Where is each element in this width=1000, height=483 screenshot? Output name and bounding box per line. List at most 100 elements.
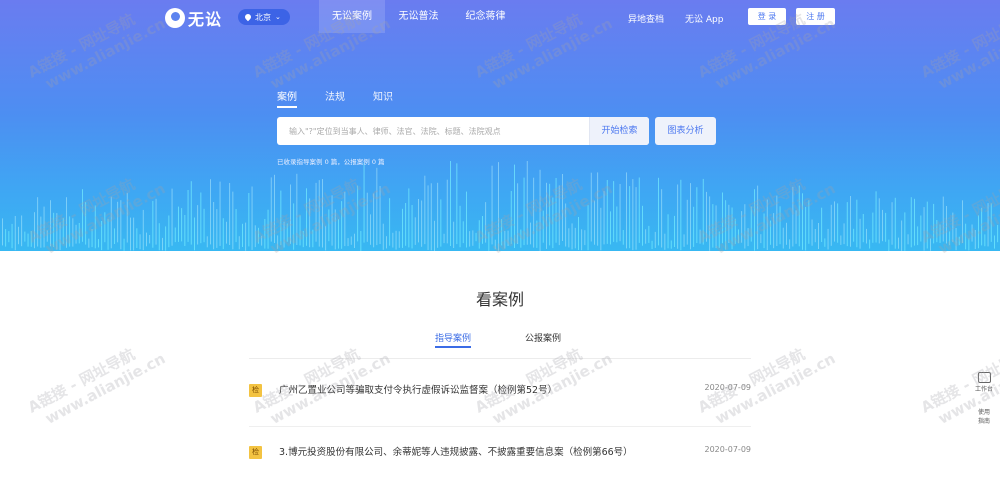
list-item[interactable]: 检 3.博元投资股份有限公司、余蒂妮等人违规披露、不披露重要信息案（检例第66号…	[249, 442, 751, 468]
decorative-bar	[264, 219, 266, 249]
decorative-bar	[936, 220, 938, 243]
decorative-bar	[862, 214, 864, 243]
decorative-bar	[741, 211, 743, 243]
list-item[interactable]: 检 广州乙置业公司等骗取支付令执行虚假诉讼监督案（检例第52号） 2020-07…	[249, 380, 751, 427]
decorative-bar	[680, 179, 682, 251]
decorative-bar	[312, 229, 314, 248]
nav-tab-memorial[interactable]: 纪念蒋律	[458, 0, 513, 33]
decorative-bar	[344, 191, 346, 247]
search-tab-regulations[interactable]: 法规	[325, 88, 345, 108]
decorative-bar	[379, 186, 381, 244]
decorative-bar	[923, 207, 925, 251]
decorative-bar	[670, 240, 672, 249]
decorative-bar	[187, 190, 189, 242]
decorative-bar	[136, 228, 138, 248]
decorative-bar	[472, 230, 474, 246]
decorative-bar	[872, 212, 874, 243]
decorative-bar	[75, 224, 77, 244]
decorative-bar	[808, 200, 810, 244]
decorative-bar	[744, 204, 746, 249]
decorative-bar	[184, 215, 186, 246]
decorative-bar	[350, 236, 352, 245]
search-input[interactable]	[277, 117, 589, 145]
nav-tab-law-education[interactable]: 无讼普法	[391, 0, 446, 33]
search-tab-cases[interactable]: 案例	[277, 88, 297, 108]
decorative-bar	[421, 200, 423, 247]
decorative-bar	[725, 200, 727, 250]
tab-gazette-cases[interactable]: 公报案例	[525, 331, 561, 348]
decorative-bar	[322, 179, 323, 248]
decorative-bar	[341, 201, 343, 249]
decorative-bar	[482, 216, 483, 244]
decorative-bar	[254, 225, 256, 248]
decorative-bar	[866, 228, 867, 244]
decorative-bar	[101, 221, 103, 251]
decorative-bar	[270, 177, 272, 242]
decorative-bar	[427, 185, 429, 250]
decorative-bar	[805, 206, 807, 251]
decorative-bar	[811, 219, 813, 246]
city-selector[interactable]: 北京 ⌄	[238, 9, 290, 25]
decorative-bar	[398, 231, 400, 248]
register-button[interactable]: 注 册	[796, 8, 835, 25]
location-pin-icon	[243, 12, 253, 22]
decorative-bar	[782, 227, 784, 249]
decorative-bar	[501, 219, 503, 246]
decorative-bar	[818, 223, 819, 249]
decorative-bar	[594, 200, 595, 245]
user-guide-float[interactable]: 工作台 使用 指南	[972, 372, 996, 426]
decorative-bar	[248, 193, 250, 247]
decorative-bar	[206, 236, 208, 248]
start-search-button[interactable]: 开始检索	[589, 117, 649, 145]
decorative-bar	[370, 214, 371, 245]
decorative-bar	[261, 235, 263, 246]
decorative-bar	[994, 235, 995, 249]
workbench-icon	[977, 372, 991, 383]
decorative-bar	[69, 216, 71, 247]
decorative-bar	[824, 238, 826, 247]
case-title[interactable]: 3.博元投资股份有限公司、余蒂妮等人违规披露、不披露重要信息案（检例第66号）	[279, 444, 633, 458]
decorative-bar	[610, 211, 611, 245]
case-title[interactable]: 广州乙置业公司等骗取支付令执行虚假诉讼监督案（检例第52号）	[279, 382, 557, 396]
decorative-bar	[405, 203, 407, 246]
logo[interactable]: 无讼	[165, 6, 222, 30]
nav-link-app[interactable]: 无讼 App	[685, 12, 723, 25]
decorative-bar	[226, 221, 227, 244]
decorative-bar	[110, 196, 112, 249]
decorative-bar	[354, 233, 355, 248]
decorative-bar	[978, 215, 979, 249]
decorative-bar	[798, 185, 800, 247]
decorative-bar	[117, 201, 119, 243]
login-button[interactable]: 登 录	[748, 8, 786, 25]
nav-link-remote-archive[interactable]: 异地查档	[628, 12, 664, 25]
tab-guiding-cases[interactable]: 指导案例	[435, 331, 472, 348]
decorative-bar	[85, 202, 87, 245]
decorative-bar	[939, 224, 941, 243]
decorative-bar	[94, 205, 96, 249]
decorative-bar	[334, 209, 336, 250]
chart-analysis-button[interactable]: 图表分析	[655, 117, 716, 145]
nav-tab-cases[interactable]: 无讼案例	[319, 0, 385, 33]
decorative-bar	[702, 178, 704, 245]
decorative-bar	[981, 207, 983, 246]
decorative-bar	[98, 239, 99, 248]
decorative-bar	[894, 197, 896, 249]
search-tab-knowledge[interactable]: 知识	[373, 88, 393, 108]
decorative-bar	[571, 223, 573, 250]
decorative-bar	[267, 209, 269, 249]
decorative-bar	[846, 202, 848, 247]
decorative-bar	[430, 183, 432, 251]
decorative-bar	[488, 231, 490, 251]
decorative-bar	[926, 201, 928, 249]
decorative-bar	[728, 204, 730, 243]
decorative-bar	[155, 198, 157, 245]
decorative-bar	[840, 235, 842, 245]
case-type-tabs: 指导案例 公报案例	[249, 330, 751, 359]
decorative-bar	[213, 202, 215, 250]
decorative-bar	[62, 217, 64, 245]
decorative-bar	[843, 223, 845, 245]
decorative-bar	[309, 198, 311, 248]
decorative-bar	[574, 227, 576, 249]
workbench-label: 工作台	[974, 386, 993, 393]
decorative-bars	[2, 161, 999, 251]
